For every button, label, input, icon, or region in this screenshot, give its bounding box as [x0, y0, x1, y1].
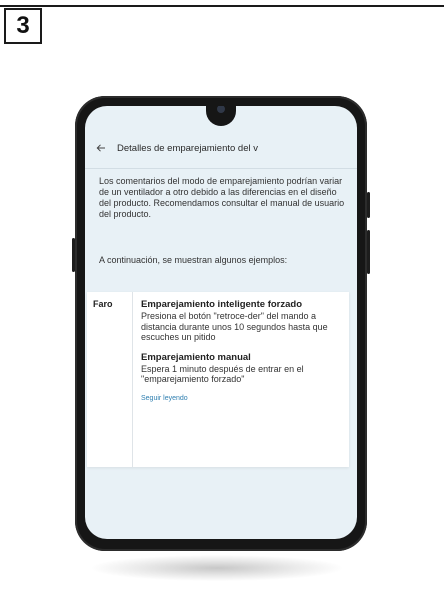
- header-divider: [85, 168, 357, 169]
- mode-description: Espera 1 minuto después de entrar en el …: [141, 363, 304, 385]
- phone-device: Detalles de emparejamiento del v Los com…: [72, 96, 370, 551]
- phone-left-button: [72, 238, 75, 272]
- examples-intro-text: A continuación, se muestran algunos ejem…: [99, 255, 288, 265]
- mode-description: Presiona el botón "retroce-der" del mand…: [141, 311, 328, 342]
- phone-right-button-volume: [367, 192, 370, 218]
- step-number-badge: 3: [4, 8, 42, 44]
- phone-screen: Detalles de emparejamiento del v Los com…: [85, 106, 357, 539]
- front-camera-icon: [217, 106, 225, 113]
- app-bar: Detalles de emparejamiento del v: [85, 138, 357, 158]
- top-divider-line: [0, 5, 444, 7]
- phone-right-button-power: [367, 230, 370, 274]
- mode-title: Emparejamiento inteligente forzado: [141, 299, 302, 310]
- read-more-link[interactable]: Seguir leyendo: [141, 394, 188, 405]
- page-title: Detalles de emparejamiento del v: [117, 142, 258, 154]
- camera-notch: [206, 106, 236, 126]
- back-arrow-icon[interactable]: [89, 138, 113, 158]
- brand-label: Faro: [87, 292, 133, 467]
- pairing-intro-text: Los comentarios del modo de emparejamien…: [99, 176, 345, 219]
- step-number: 3: [16, 12, 30, 39]
- pairing-mode-item: Emparejamiento inteligente forzado Presi…: [141, 299, 341, 343]
- pairing-mode-item: Emparejamiento manual Espera 1 minuto de…: [141, 352, 341, 385]
- phone-shadow: [92, 555, 342, 581]
- pairing-modes: Emparejamiento inteligente forzado Presi…: [133, 292, 349, 467]
- example-card: Faro Emparejamiento inteligente forzado …: [87, 292, 349, 467]
- mode-title: Emparejamiento manual: [141, 351, 251, 363]
